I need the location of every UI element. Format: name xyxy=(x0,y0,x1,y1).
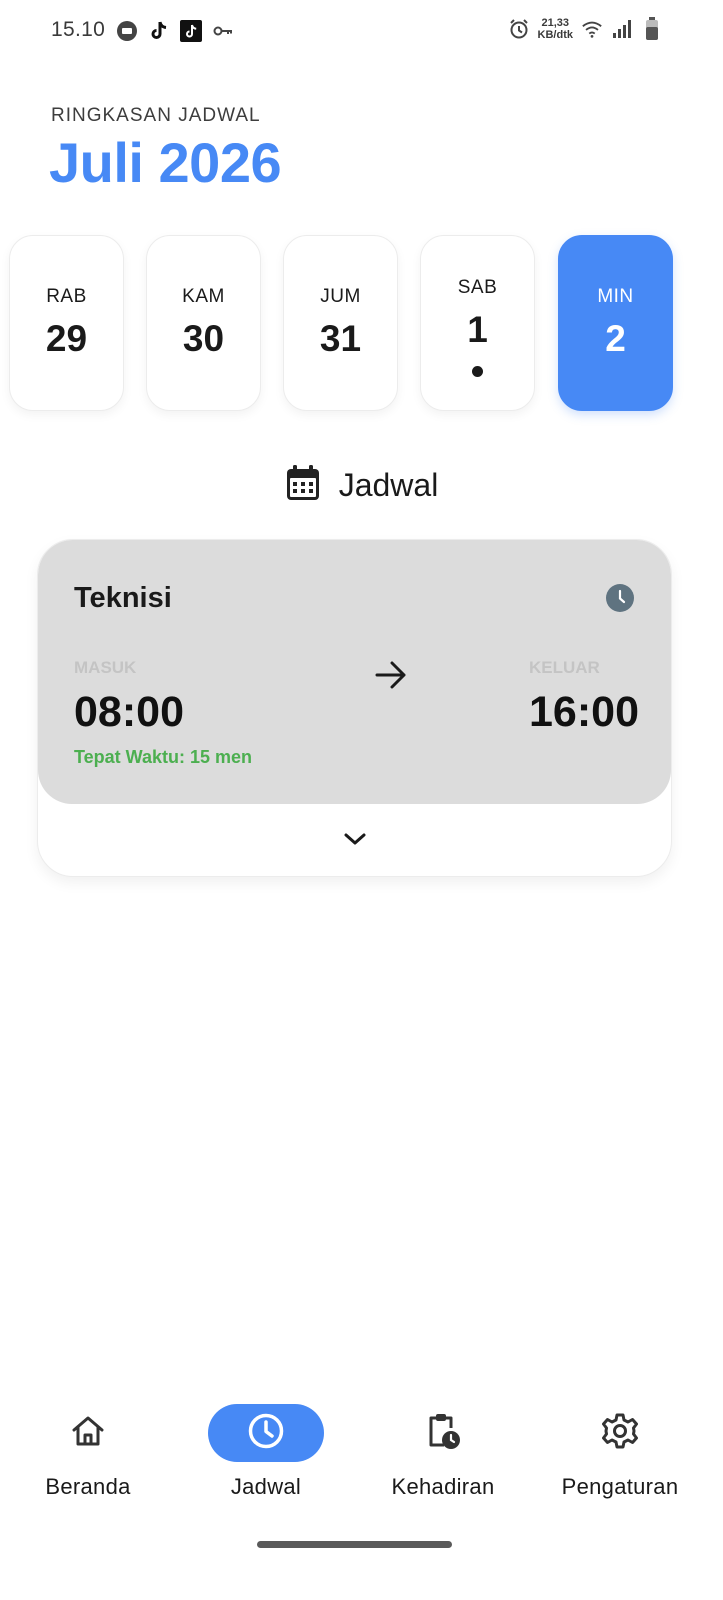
nav-label: Pengaturan xyxy=(561,1474,679,1499)
nav-item-kehadiran[interactable]: Kehadiran xyxy=(353,1404,533,1500)
nav-pill xyxy=(562,1404,678,1462)
nav-item-jadwal[interactable]: Jadwal xyxy=(176,1404,356,1500)
signal-icon xyxy=(611,18,633,40)
section-title: Jadwal xyxy=(338,467,439,503)
calendar-icon xyxy=(285,464,321,507)
day-number: 31 xyxy=(319,318,362,359)
nav-label: Kehadiran xyxy=(391,1474,495,1499)
home-gesture-bar[interactable] xyxy=(257,1541,452,1548)
tiktok-boxed-icon xyxy=(180,20,202,42)
day-number: 29 xyxy=(45,318,88,359)
battery-icon xyxy=(641,17,663,40)
message-notification-icon xyxy=(116,20,138,42)
status-bar: 15.10 21,33 KB/dtk xyxy=(0,0,723,62)
vpn-key-icon xyxy=(212,20,234,42)
network-speed-unit: KB/dtk xyxy=(537,29,573,41)
nav-label: Jadwal xyxy=(230,1474,302,1499)
status-time: 15.10 xyxy=(51,18,106,41)
check-out-label: KELUAR xyxy=(529,658,600,677)
day-card-thu[interactable]: KAM 30 xyxy=(146,235,261,411)
alarm-icon xyxy=(508,18,530,40)
punctuality-status: Tepat Waktu: 15 men xyxy=(74,747,253,767)
notification-icons xyxy=(116,20,234,42)
day-card-wed[interactable]: RAB 29 xyxy=(9,235,124,411)
event-indicator-dot xyxy=(472,366,483,377)
day-of-week: SAB xyxy=(457,277,498,298)
schedule-section-header: Jadwal xyxy=(0,464,723,507)
attendance-clipboard-icon xyxy=(424,1411,462,1456)
day-of-week: KAM xyxy=(182,286,225,307)
schedule-summary-overline: RINGKASAN JADWAL xyxy=(51,105,261,126)
wifi-icon xyxy=(581,18,603,40)
network-speed: 21,33 KB/dtk xyxy=(538,17,573,41)
day-card-sat[interactable]: SAB 1 xyxy=(420,235,535,411)
tiktok-icon xyxy=(148,20,170,42)
day-number: 1 xyxy=(467,309,488,350)
nav-item-pengaturan[interactable]: Pengaturan xyxy=(530,1404,710,1500)
bottom-navigation: Beranda Jadwal Kehadiran Pengaturan xyxy=(0,1378,723,1600)
day-of-week: RAB xyxy=(46,286,87,307)
network-speed-value: 21,33 xyxy=(541,17,570,29)
day-number: 30 xyxy=(182,318,225,359)
day-card-fri[interactable]: JUM 31 xyxy=(283,235,398,411)
home-icon xyxy=(70,1414,106,1453)
chevron-down-icon xyxy=(343,831,367,852)
nav-pill xyxy=(30,1404,146,1462)
gear-icon xyxy=(601,1412,639,1455)
day-number: 2 xyxy=(605,318,626,359)
expand-button[interactable] xyxy=(338,828,372,854)
arrow-right-icon xyxy=(374,658,408,697)
shift-role: Teknisi xyxy=(74,582,172,614)
day-card-sun[interactable]: MIN 2 xyxy=(558,235,673,411)
clock-icon xyxy=(247,1412,285,1455)
check-in-time: 08:00 xyxy=(74,688,184,736)
nav-label: Beranda xyxy=(45,1474,131,1499)
day-of-week: JUM xyxy=(320,286,361,307)
clock-icon xyxy=(606,584,634,617)
day-of-week: MIN xyxy=(597,286,634,307)
day-selector: RAB 29 KAM 30 JUM 31 SAB 1 MIN 2 xyxy=(9,235,723,411)
nav-pill xyxy=(385,1404,501,1462)
month-title: Juli 2026 xyxy=(49,131,282,194)
nav-pill-active xyxy=(208,1404,324,1462)
check-out-time: 16:00 xyxy=(529,688,639,736)
schedule-card[interactable]: Teknisi MASUK 08:00 KELUAR 16:00 Tepat W… xyxy=(37,539,672,877)
schedule-card-body: Teknisi MASUK 08:00 KELUAR 16:00 Tepat W… xyxy=(38,540,671,804)
check-in-label: MASUK xyxy=(74,658,137,677)
nav-item-beranda[interactable]: Beranda xyxy=(0,1404,178,1500)
system-status-icons: 21,33 KB/dtk xyxy=(508,17,663,41)
